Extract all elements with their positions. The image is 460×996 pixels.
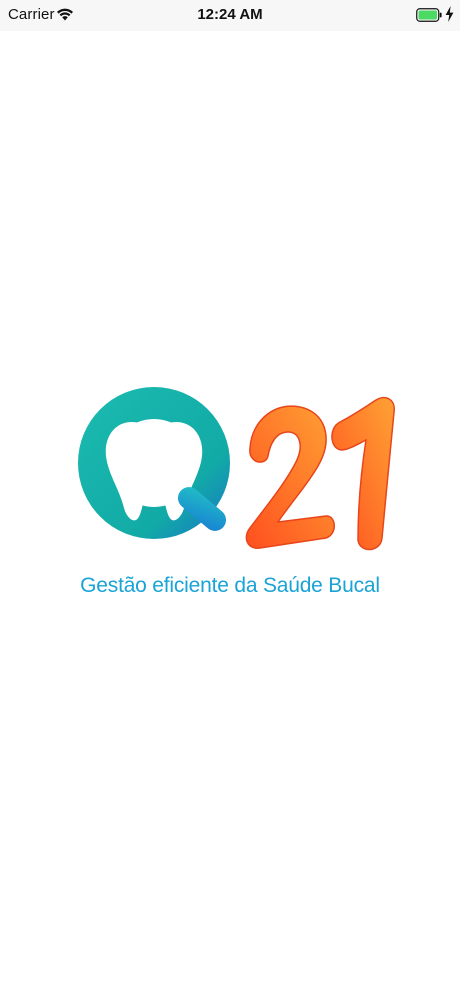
digit-two [245,405,335,549]
battery-icon [416,8,442,22]
status-time: 12:24 AM [197,6,263,23]
charging-bolt-icon [445,6,454,22]
tagline: Gestão eficiente da Saúde Bucal [80,574,380,597]
q21-logo [78,387,395,551]
digit-one [331,396,395,551]
status-bar: Carrier 12:24 AM [0,0,460,31]
